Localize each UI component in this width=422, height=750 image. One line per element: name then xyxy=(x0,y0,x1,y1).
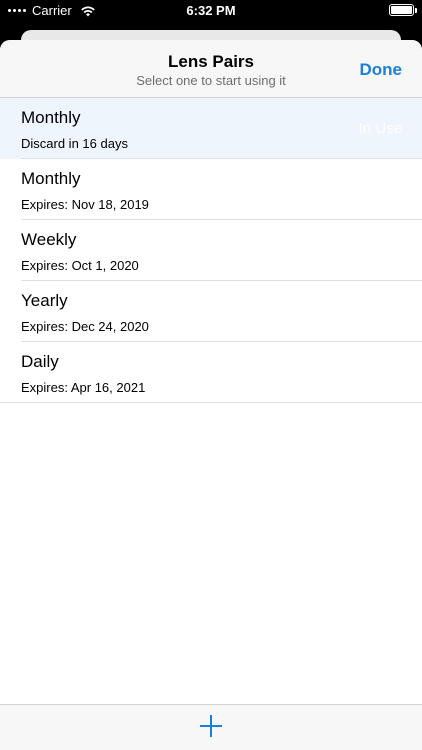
screen: Carrier 6:32 PM Lens Pairs Select one to… xyxy=(0,0,422,750)
lens-pair-name: Daily xyxy=(21,352,59,371)
lens-pair-detail: Expires: Nov 18, 2019 xyxy=(21,197,149,212)
lens-pair-row[interactable]: Weekly Expires: Oct 1, 2020 xyxy=(0,220,422,281)
lens-pair-detail: Expires: Apr 16, 2021 xyxy=(21,380,146,395)
status-bar: Carrier 6:32 PM xyxy=(0,0,422,22)
lens-pair-name: Monthly xyxy=(21,169,81,188)
bottom-toolbar xyxy=(0,704,422,750)
lens-pair-detail: Expires: Dec 24, 2020 xyxy=(21,319,149,334)
lens-pairs-sheet: Lens Pairs Select one to start using it … xyxy=(0,40,422,750)
lens-pair-row[interactable]: Yearly Expires: Dec 24, 2020 xyxy=(0,281,422,342)
navigation-bar: Lens Pairs Select one to start using it … xyxy=(0,40,422,98)
battery-icon xyxy=(389,4,417,16)
lens-pair-detail: Discard in 16 days xyxy=(21,136,128,151)
plus-icon[interactable] xyxy=(200,715,222,737)
done-button[interactable]: Done xyxy=(360,60,403,80)
status-time: 6:32 PM xyxy=(186,3,236,18)
lens-pair-row-in-use[interactable]: Monthly Discard in 16 days In Use xyxy=(0,98,422,159)
lens-pair-name: Weekly xyxy=(21,230,77,249)
in-use-badge: In Use xyxy=(358,120,402,137)
lens-pair-name: Monthly xyxy=(21,108,81,127)
lens-pair-list: Monthly Discard in 16 days In Use Monthl… xyxy=(0,98,422,403)
lens-pair-name: Yearly xyxy=(21,291,68,310)
row-separator xyxy=(0,402,422,403)
lens-pair-row[interactable]: Monthly Expires: Nov 18, 2019 xyxy=(0,159,422,220)
lens-pair-row[interactable]: Daily Expires: Apr 16, 2021 xyxy=(0,342,422,403)
lens-pair-detail: Expires: Oct 1, 2020 xyxy=(21,258,139,273)
